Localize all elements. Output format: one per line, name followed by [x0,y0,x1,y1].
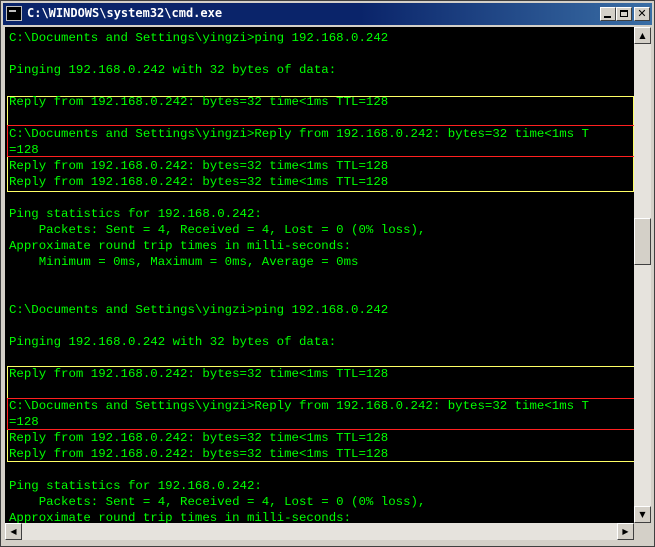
console-line: C:\Documents and Settings\yingzi>ping 19… [9,303,389,317]
scroll-left-button[interactable]: ◀ [5,523,22,540]
window-title: C:\WINDOWS\system32\cmd.exe [27,6,223,20]
console-line: Minimum = 0ms, Maximum = 0ms, Average = … [9,255,359,269]
console-line: Reply from 192.168.0.242: bytes=32 time<… [9,159,389,173]
console-line: Reply from 192.168.0.242: bytes=32 time<… [9,367,389,381]
console-line: Packets: Sent = 4, Received = 4, Lost = … [9,495,426,509]
console-line: Ping statistics for 192.168.0.242: [9,207,262,221]
console-icon[interactable] [6,6,22,21]
close-icon: ✕ [637,7,647,20]
console-line: Reply from 192.168.0.242: bytes=32 time<… [9,447,389,461]
console-line: Packets: Sent = 4, Received = 4, Lost = … [9,223,426,237]
maximize-icon [620,10,628,17]
arrow-left-icon: ◀ [10,527,17,536]
console-line: C:\Documents and Settings\yingzi>Reply f… [9,399,589,413]
vertical-scrollbar[interactable]: ▲ ▼ [634,27,651,523]
cmd-window: C:\WINDOWS\system32\cmd.exe ✕ C:\Documen… [0,0,655,547]
scrollbar-thumb[interactable] [634,218,651,265]
console-line: Reply from 192.168.0.242: bytes=32 time<… [9,431,389,445]
scroll-down-button[interactable]: ▼ [634,506,651,523]
console-line: Ping statistics for 192.168.0.242: [9,479,262,493]
arrow-right-icon: ▶ [622,527,629,536]
minimize-button[interactable] [600,7,616,21]
console-line: =128 [9,143,39,157]
console-line: Approximate round trip times in milli-se… [9,239,352,253]
console-line: Reply from 192.168.0.242: bytes=32 time<… [9,175,389,189]
scroll-up-button[interactable]: ▲ [634,27,651,44]
console-line: =128 [9,415,39,429]
console-output[interactable]: C:\Documents and Settings\yingzi>ping 19… [5,27,634,523]
console-line: Pinging 192.168.0.242 with 32 bytes of d… [9,335,337,349]
console-line: Approximate round trip times in milli-se… [9,511,352,523]
maximize-button[interactable] [616,7,632,21]
scroll-right-button[interactable]: ▶ [617,523,634,540]
minimize-icon [604,16,611,18]
arrow-up-icon: ▲ [639,31,646,40]
console-line: Reply from 192.168.0.242: bytes=32 time<… [9,95,389,109]
horizontal-scrollbar[interactable]: ◀ ▶ [5,523,634,540]
console-line: C:\Documents and Settings\yingzi>Reply f… [9,127,589,141]
console-line: Pinging 192.168.0.242 with 32 bytes of d… [9,63,337,77]
arrow-down-icon: ▼ [639,510,646,519]
title-bar[interactable]: C:\WINDOWS\system32\cmd.exe ✕ [3,3,652,25]
console-line: C:\Documents and Settings\yingzi>ping 19… [9,31,389,45]
close-button[interactable]: ✕ [634,7,650,21]
scrollbar-corner [634,523,651,540]
